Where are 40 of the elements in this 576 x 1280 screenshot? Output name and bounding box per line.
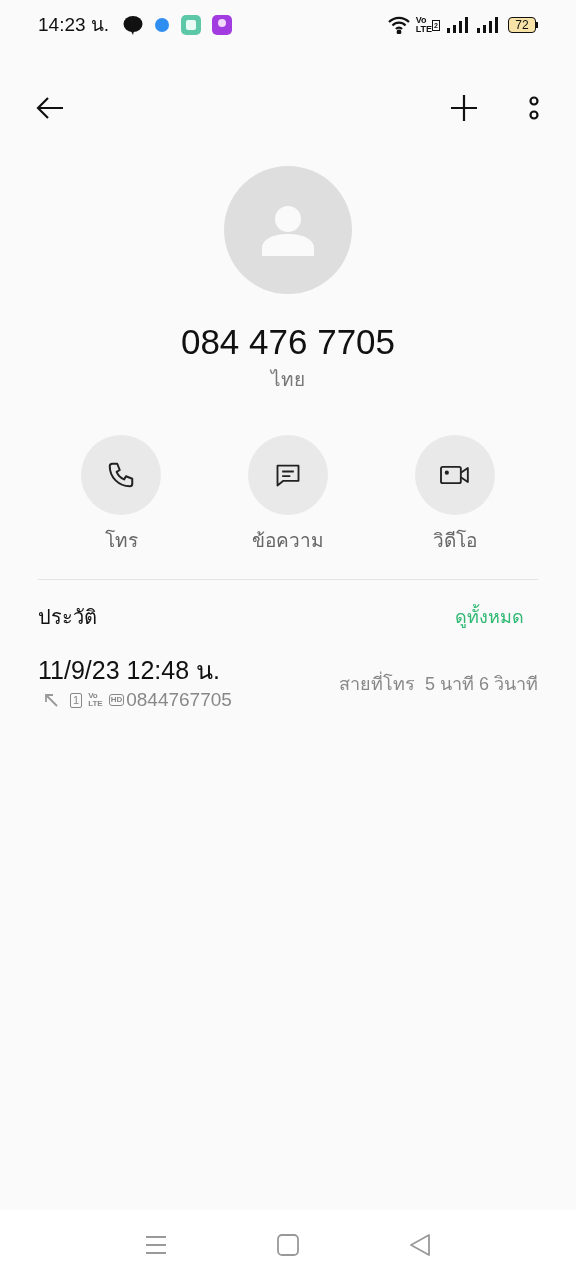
- more-button[interactable]: [528, 95, 540, 121]
- menu-icon: [145, 1235, 167, 1255]
- back-arrow-icon: [36, 96, 64, 120]
- chat-app-icon: [123, 15, 144, 35]
- location-label: ไทย: [271, 368, 305, 392]
- action-label: วิดีโอ: [432, 528, 477, 553]
- volte-label: Vo: [88, 692, 99, 701]
- action-label: โทร: [104, 528, 138, 553]
- app-icon: [154, 17, 171, 33]
- call-datetime: 11/9/23 12:48 น.: [38, 655, 221, 686]
- add-button[interactable]: [450, 94, 478, 122]
- wifi-icon: [387, 16, 410, 34]
- more-icon: [528, 95, 540, 121]
- action-label: ข้อความ: [252, 528, 324, 553]
- call-duration: 5 นาที 6 วินาที: [424, 672, 538, 696]
- outgoing-call-icon: [44, 693, 58, 708]
- triangle-icon: [409, 1234, 431, 1256]
- plus-icon: [450, 94, 478, 122]
- call-number: 0844767705: [126, 688, 232, 712]
- menu-button[interactable]: [145, 1235, 167, 1255]
- signal-icon: [446, 17, 468, 33]
- history-title: ประวัติ: [38, 605, 97, 630]
- back-button[interactable]: [36, 96, 64, 120]
- volte-label: LTE: [88, 700, 103, 709]
- call-type: สายที่โทร: [338, 670, 415, 696]
- sim-number: 1: [70, 692, 83, 708]
- person-silhouette-icon: [262, 204, 314, 256]
- hd-label: HD: [108, 694, 125, 707]
- phone-number: 084 476 7705: [180, 321, 396, 363]
- volte-label: LTE: [415, 25, 433, 34]
- signal-icon: [476, 17, 498, 33]
- back-nav-button[interactable]: [409, 1234, 431, 1256]
- view-all-link[interactable]: ดูทั้งหมด: [455, 603, 524, 631]
- battery-level: 72: [508, 17, 536, 33]
- status-time: 14:23 น.: [38, 12, 110, 37]
- square-icon: [277, 1234, 299, 1256]
- app-icon: [212, 15, 233, 35]
- home-button[interactable]: [277, 1234, 299, 1256]
- app-icon: [181, 15, 202, 35]
- volte-label: Vo: [415, 16, 428, 25]
